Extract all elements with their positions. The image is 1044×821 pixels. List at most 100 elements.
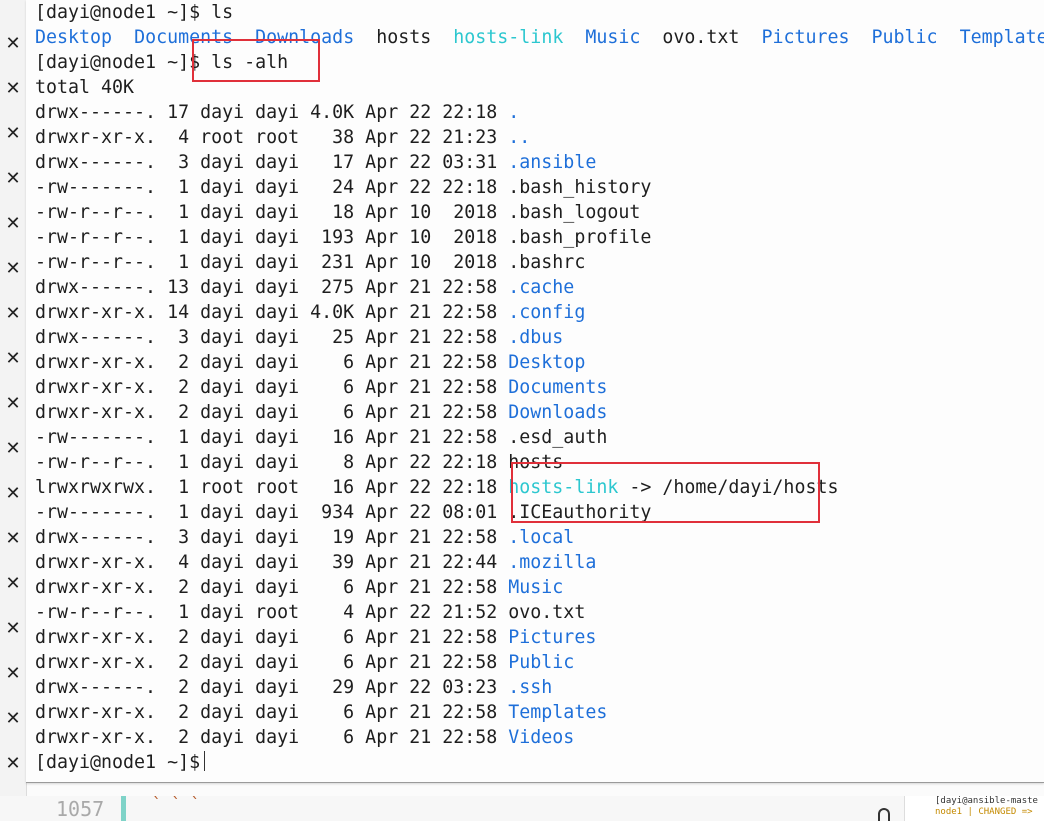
listing-row: drwxr-xr-x. 2 dayi dayi 6 Apr 21 22:58 D… xyxy=(35,400,607,425)
listing-filename: Public xyxy=(508,652,575,673)
listing-meta: drwxr-xr-x. 2 dayi dayi 6 Apr 21 22:58 xyxy=(35,402,509,423)
text-cursor xyxy=(204,751,206,771)
ls-entry: Desktop xyxy=(35,27,113,48)
ls-entry: hosts-link xyxy=(453,27,564,48)
terminal-prompt-line: [dayi@node1 ~]$ ls xyxy=(35,0,233,25)
listing-row: -rw-r--r--. 1 dayi dayi 231 Apr 10 2018 … xyxy=(35,250,585,275)
close-icon[interactable]: ✕ xyxy=(4,34,22,54)
ls-entry: Pictures xyxy=(761,27,850,48)
listing-row: -rw-r--r--. 1 dayi dayi 193 Apr 10 2018 … xyxy=(35,225,651,250)
close-icon[interactable]: ✕ xyxy=(4,259,22,279)
listing-row: drwxr-xr-x. 2 dayi dayi 6 Apr 21 22:58 M… xyxy=(35,575,563,600)
listing-meta: -rw-r--r--. 1 dayi root 4 Apr 22 21:52 xyxy=(35,602,509,623)
ls-entry: Public xyxy=(871,27,938,48)
ls-output-line: Desktop Documents Downloads hosts hosts-… xyxy=(35,25,1044,50)
close-icon[interactable]: ✕ xyxy=(4,619,22,639)
listing-meta: drwxr-xr-x. 2 dayi dayi 6 Apr 21 22:58 xyxy=(35,377,509,398)
listing-meta: -rw-r--r--. 1 dayi dayi 231 Apr 10 2018 xyxy=(35,252,509,273)
listing-row: -rw-r--r--. 1 dayi root 4 Apr 22 21:52 o… xyxy=(35,600,585,625)
highlight-box-symlink xyxy=(511,462,820,523)
terminal-output[interactable]: [dayi@node1 ~]$ ls Desktop Documents Down… xyxy=(26,0,1044,783)
listing-filename: .bash_logout xyxy=(508,202,641,223)
line-number: 1057 xyxy=(56,797,105,821)
listing-filename: . xyxy=(508,102,520,123)
listing-meta: drwx------. 17 dayi dayi 4.0K Apr 22 22:… xyxy=(35,102,509,123)
close-icon[interactable]: ✕ xyxy=(4,169,22,189)
close-icon[interactable]: ✕ xyxy=(4,304,22,324)
listing-meta: drwxr-xr-x. 2 dayi dayi 6 Apr 21 22:58 xyxy=(35,577,509,598)
close-icon[interactable]: ✕ xyxy=(4,664,22,684)
listing-meta: drwxr-xr-x. 2 dayi dayi 6 Apr 21 22:58 xyxy=(35,702,509,723)
close-icon[interactable]: ✕ xyxy=(4,79,22,99)
listing-row: drwx------. 13 dayi dayi 275 Apr 21 22:5… xyxy=(35,275,574,300)
listing-meta: -rw-------. 1 dayi dayi 934 Apr 22 08:01 xyxy=(35,502,509,523)
total-line: total 40K xyxy=(35,75,134,100)
close-icon[interactable]: ✕ xyxy=(4,709,22,729)
listing-row: drwxr-xr-x. 2 dayi dayi 6 Apr 21 22:58 D… xyxy=(35,375,607,400)
listing-filename: .cache xyxy=(508,277,575,298)
listing-meta: -rw-------. 1 dayi dayi 16 Apr 21 22:58 xyxy=(35,427,509,448)
listing-filename: Documents xyxy=(508,377,608,398)
code-fragment: ` ` ` xyxy=(152,794,201,813)
listing-filename: .mozilla xyxy=(508,552,597,573)
listing-meta: -rw-r--r--. 1 dayi dayi 8 Apr 22 22:18 xyxy=(35,452,509,473)
listing-row: drwx------. 3 dayi dayi 25 Apr 21 22:58 … xyxy=(35,325,563,350)
close-icon[interactable]: ✕ xyxy=(4,574,22,594)
prompt-user: [dayi@node1 ~]$ xyxy=(35,52,201,73)
listing-filename: .bash_history xyxy=(508,177,652,198)
close-icon[interactable]: ✕ xyxy=(4,439,22,459)
listing-row: drwxr-xr-x. 2 dayi dayi 6 Apr 21 22:58 D… xyxy=(35,350,585,375)
listing-filename: .bashrc xyxy=(508,252,586,273)
mini-terminal-preview[interactable]: [dayi@ansible-maste node1 | CHANGED => xyxy=(904,796,1044,821)
listing-meta: drwx------. 3 dayi dayi 17 Apr 22 03:31 xyxy=(35,152,509,173)
listing-filename: ovo.txt xyxy=(508,602,586,623)
listing-meta: drwxr-xr-x. 2 dayi dayi 6 Apr 21 22:58 xyxy=(35,352,509,373)
prompt-user: [dayi@node1 ~]$ xyxy=(35,752,201,773)
listing-filename: .local xyxy=(508,527,575,548)
scroll-handle-icon[interactable] xyxy=(878,808,890,821)
listing-row: drwxr-xr-x. 2 dayi dayi 6 Apr 21 22:58 P… xyxy=(35,625,596,650)
listing-filename: .esd_auth xyxy=(508,427,608,448)
listing-row: drwxr-xr-x. 2 dayi dayi 6 Apr 21 22:58 V… xyxy=(35,725,574,750)
listing-filename: .dbus xyxy=(508,327,564,348)
close-icon[interactable]: ✕ xyxy=(4,394,22,414)
close-icon[interactable]: ✕ xyxy=(4,529,22,549)
app-window: ✕ ✕ ✕ ✕ ✕ ✕ ✕ ✕ ✕ ✕ ✕ ✕ ✕ ✕ ✕ ✕ ✕ [dayi@node1 ~]$ ls Desk… xyxy=(0,0,1044,821)
listing-row: drwx------. 2 dayi dayi 29 Apr 22 03:23 … xyxy=(35,675,552,700)
listing-meta: drwx------. 3 dayi dayi 19 Apr 21 22:58 xyxy=(35,527,509,548)
listing-filename: Desktop xyxy=(508,352,586,373)
ls-entry: ovo.txt xyxy=(662,27,740,48)
terminal-prompt-line: [dayi@node1 ~]$ xyxy=(35,750,206,775)
listing-filename: .ansible xyxy=(508,152,597,173)
listing-row: drwx------. 17 dayi dayi 4.0K Apr 22 22:… xyxy=(35,100,519,125)
mini-terminal-line: [dayi@ansible-maste xyxy=(935,796,1038,806)
listing-row: -rw-r--r--. 1 dayi dayi 8 Apr 22 22:18 h… xyxy=(35,450,563,475)
listing-row: drwxr-xr-x. 2 dayi dayi 6 Apr 21 22:58 T… xyxy=(35,700,607,725)
close-icon[interactable]: ✕ xyxy=(4,124,22,144)
listing-row: drwxr-xr-x. 4 root root 38 Apr 22 21:23 … xyxy=(35,125,530,150)
listing-meta: -rw-r--r--. 1 dayi dayi 193 Apr 10 2018 xyxy=(35,227,509,248)
listing-meta: drwxr-xr-x. 2 dayi dayi 6 Apr 21 22:58 xyxy=(35,627,509,648)
total-size: total 40K xyxy=(35,77,135,98)
close-icon[interactable]: ✕ xyxy=(4,484,22,504)
listing-row: -rw-r--r--. 1 dayi dayi 18 Apr 10 2018 .… xyxy=(35,200,640,225)
close-icon[interactable]: ✕ xyxy=(4,214,22,234)
listing-filename: Music xyxy=(508,577,564,598)
ls-entry: Templates xyxy=(959,27,1044,48)
close-icon[interactable]: ✕ xyxy=(4,349,22,369)
listing-filename: .ssh xyxy=(508,677,553,698)
listing-meta: lrwxrwxrwx. 1 root root 16 Apr 22 22:18 xyxy=(35,477,509,498)
highlight-box-command xyxy=(192,39,320,82)
listing-row: -rw-------. 1 dayi dayi 24 Apr 22 22:18 … xyxy=(35,175,651,200)
listing-meta: drwx------. 13 dayi dayi 275 Apr 21 22:5… xyxy=(35,277,509,298)
listing-filename: .. xyxy=(508,127,531,148)
listing-filename: Templates xyxy=(508,702,608,723)
listing-filename: .bash_profile xyxy=(508,227,652,248)
listing-filename: Downloads xyxy=(508,402,608,423)
listing-meta: drwxr-xr-x. 4 dayi dayi 39 Apr 21 22:44 xyxy=(35,552,509,573)
close-icon[interactable]: ✕ xyxy=(4,754,22,774)
listing-meta: drwx------. 3 dayi dayi 25 Apr 21 22:58 xyxy=(35,327,509,348)
editor-strip: 1057 ` ` ` [dayi@ansible-maste node1 | C… xyxy=(0,794,1044,821)
change-marker xyxy=(121,796,126,821)
ls-entry: hosts xyxy=(376,27,432,48)
